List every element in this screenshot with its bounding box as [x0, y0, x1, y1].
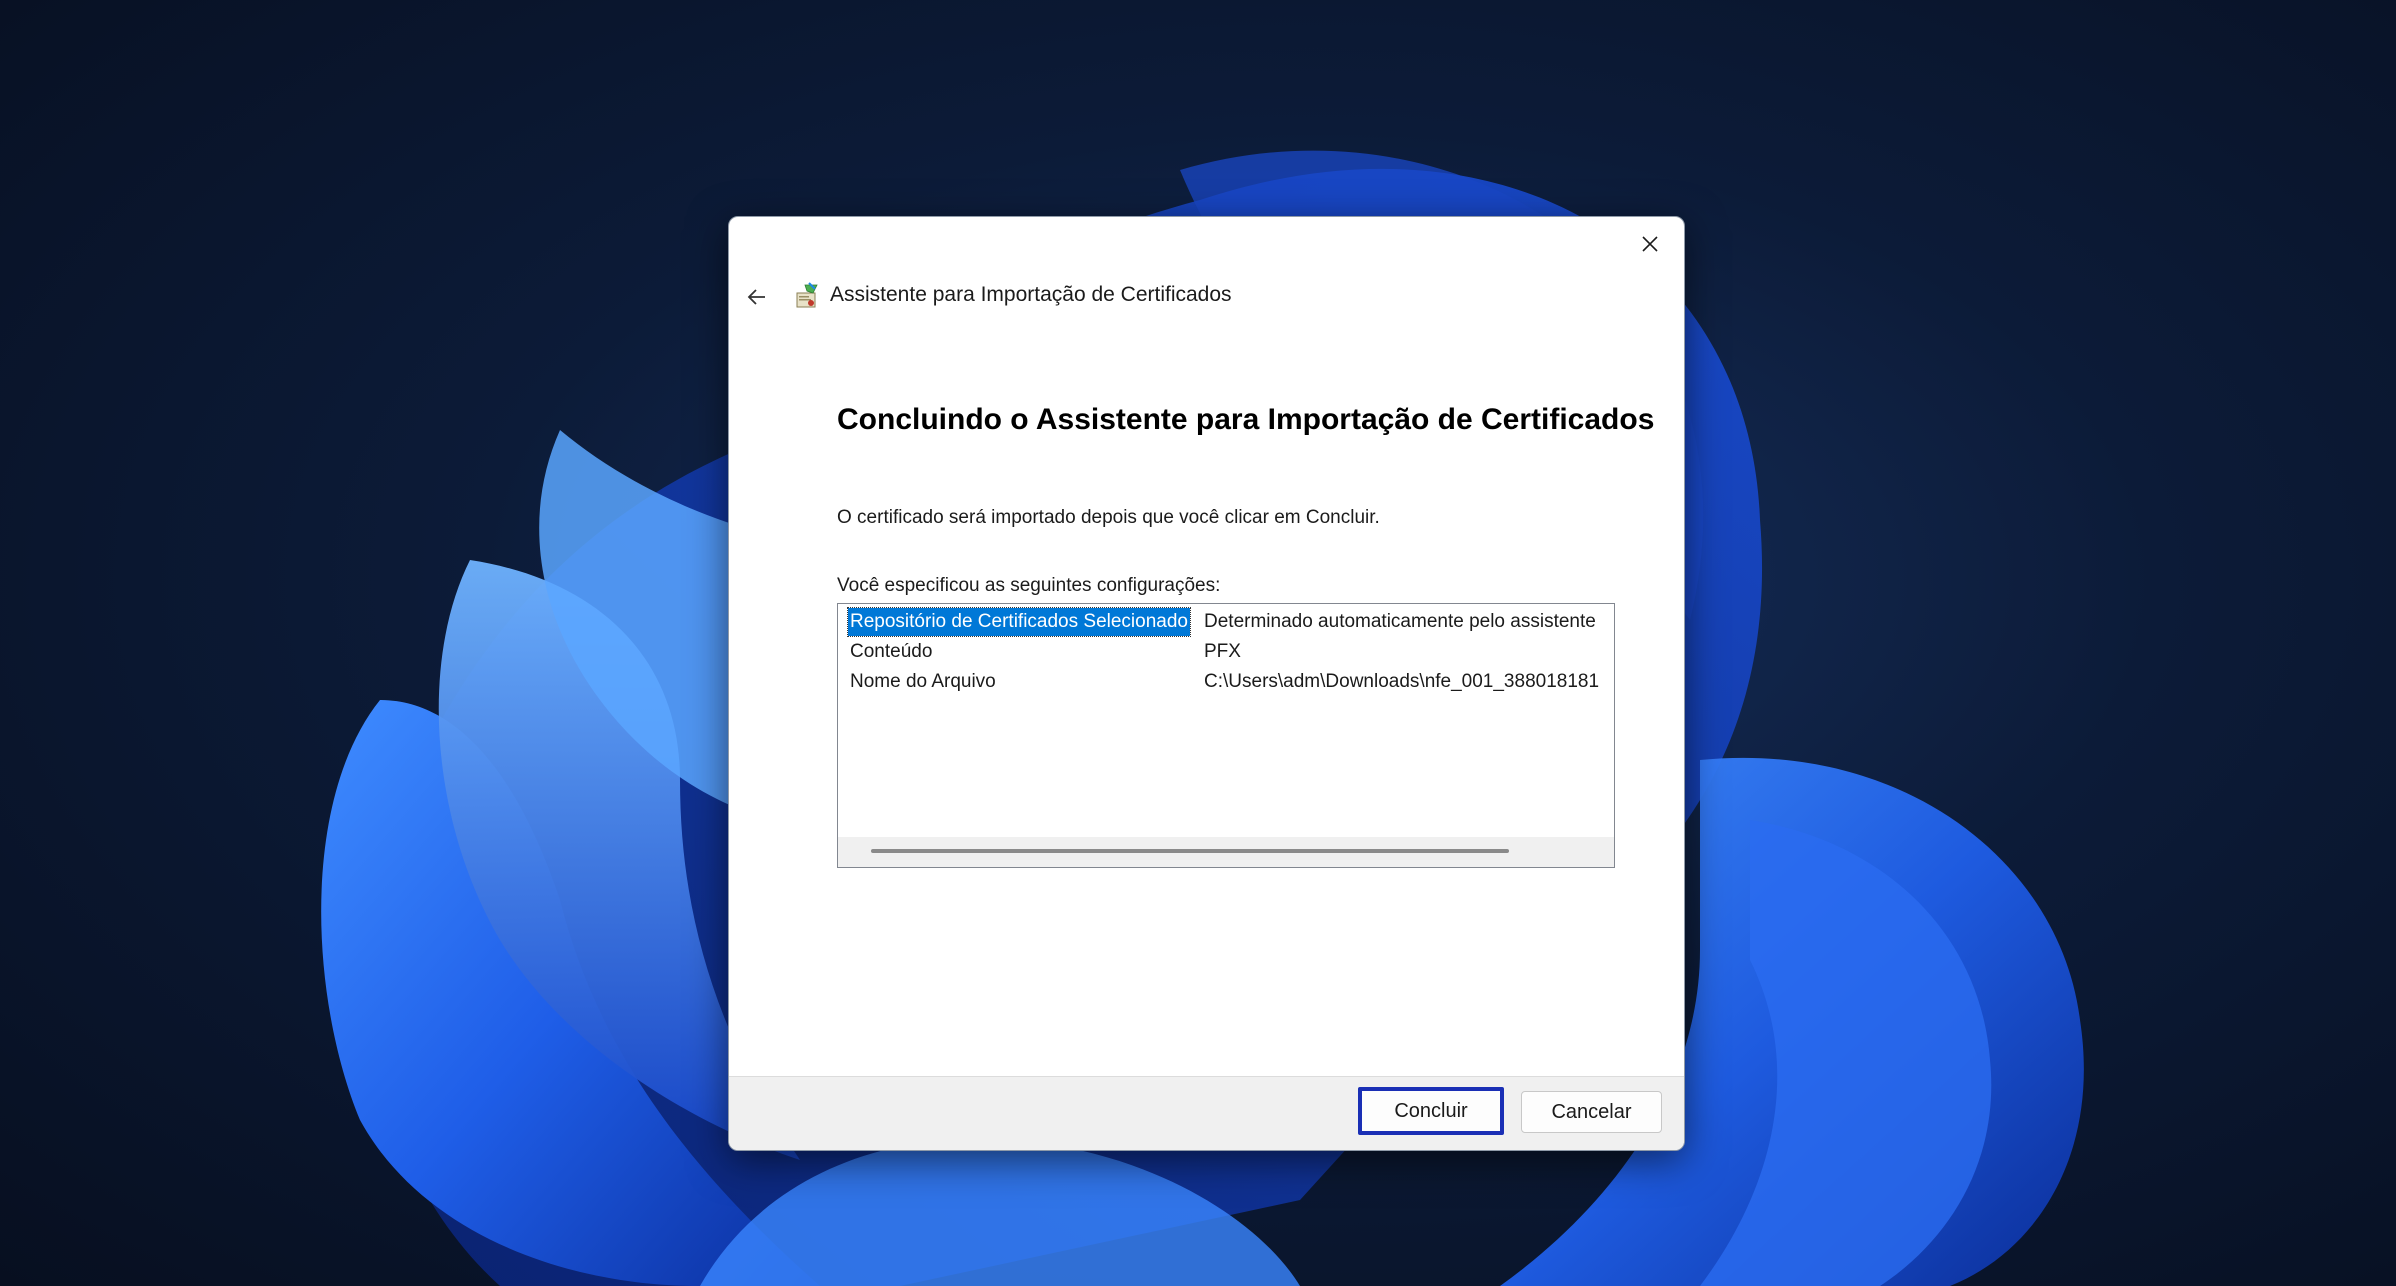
back-arrow-icon [747, 289, 765, 305]
list-item[interactable]: Conteúdo PFX [848, 638, 1614, 666]
settings-label: Você especificou as seguintes configuraç… [837, 575, 1221, 596]
cancel-button[interactable]: Cancelar [1521, 1091, 1662, 1133]
setting-key: Conteúdo [850, 641, 933, 662]
setting-value: PFX [1204, 641, 1241, 662]
certificate-import-wizard-dialog: Assistente para Importação de Certificad… [728, 216, 1685, 1151]
setting-key: Nome do Arquivo [850, 671, 996, 692]
list-item[interactable]: Repositório de Certificados Selecionado … [847, 607, 1614, 637]
certificate-wizard-icon [796, 282, 818, 308]
list-item[interactable]: Nome do Arquivo C:\Users\adm\Downloads\n… [848, 668, 1614, 696]
intro-text: O certificado será importado depois que … [837, 507, 1380, 528]
wizard-title: Assistente para Importação de Certificad… [830, 283, 1232, 306]
horizontal-scrollbar[interactable] [838, 837, 1614, 867]
scrollbar-thumb[interactable] [871, 849, 1509, 853]
setting-value: Determinado automaticamente pelo assiste… [1204, 611, 1596, 632]
close-button[interactable] [1628, 225, 1672, 263]
desktop-background: Assistente para Importação de Certificad… [0, 0, 2396, 1286]
settings-list[interactable]: Repositório de Certificados Selecionado … [837, 603, 1615, 868]
back-button[interactable] [737, 277, 777, 317]
close-icon [1642, 236, 1658, 252]
finish-button[interactable]: Concluir [1358, 1087, 1504, 1135]
setting-key: Repositório de Certificados Selecionado [847, 607, 1191, 637]
setting-value: C:\Users\adm\Downloads\nfe_001_388018181 [1204, 671, 1600, 692]
page-heading: Concluindo o Assistente para Importação … [837, 403, 1655, 436]
dialog-footer: Concluir Cancelar [729, 1076, 1684, 1150]
